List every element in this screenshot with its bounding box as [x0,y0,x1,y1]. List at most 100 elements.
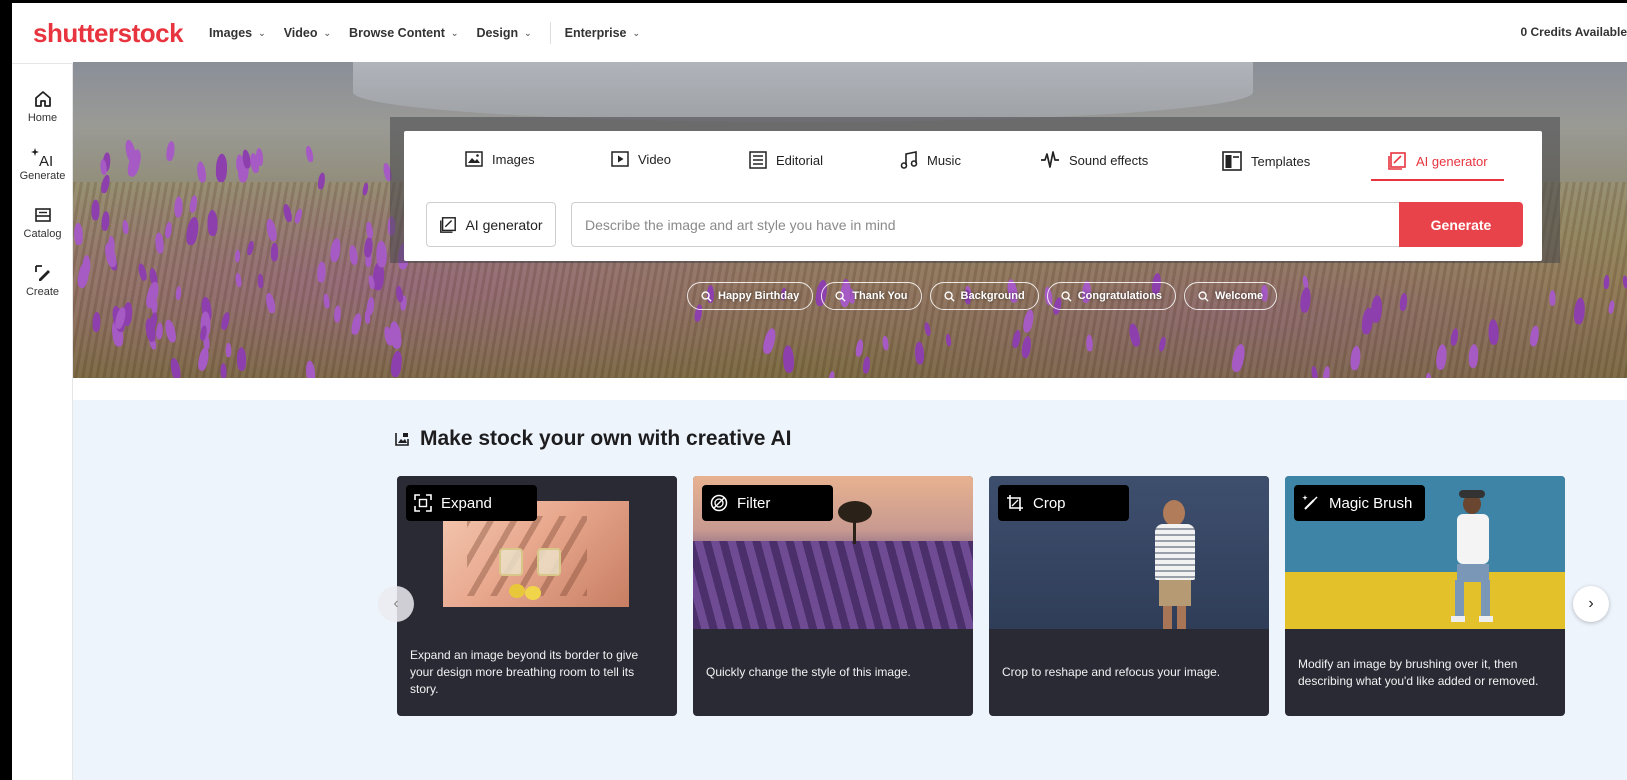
catalog-icon [33,202,53,228]
card-description: Crop to reshape and refocus your image. [1002,665,1221,679]
card-description: Modify an image by brushing over it, the… [1298,656,1539,688]
credits-available[interactable]: 0 Credits Available [1521,25,1627,39]
chevron-left-icon: ‹ [393,595,399,612]
tab-label: Sound effects [1069,152,1149,168]
tab-editorial[interactable]: Editorial [749,151,823,169]
shutterstock-logo[interactable]: shutterstock [33,18,184,49]
template-icon [1222,151,1242,171]
card-label: Filter [702,485,833,521]
image-icon [465,151,483,167]
suggestion-chip[interactable]: Thank You [821,282,922,310]
nav-enterprise[interactable]: Enterprise ⌄ [565,26,640,40]
waveform-icon [1041,151,1059,168]
nav-video[interactable]: Video ⌄ [284,26,331,40]
tab-label: AI generator [1416,153,1488,169]
section-spacer [73,378,1627,400]
search-icon [701,290,712,302]
card-label: Magic Brush [1294,485,1425,521]
carousel-next-button[interactable]: › [1573,586,1609,622]
chevron-down-icon: ⌄ [258,27,266,38]
generate-button[interactable]: Generate [1399,202,1523,247]
tab-sound-effects[interactable]: Sound effects [1040,151,1148,169]
flower-decoration [123,138,138,164]
chevron-down-icon: ⌄ [524,27,532,38]
section-title-text: Make stock your own with creative AI [420,427,792,450]
chip-label: Background [960,290,1025,302]
card-description: Expand an image beyond its border to giv… [410,648,639,696]
crop-icon [1007,495,1023,511]
suggestion-chip[interactable]: Congratulations [1046,282,1177,310]
tool-card-filter[interactable]: Filter Quickly change the style of this … [693,476,973,716]
magic-brush-icon [1302,495,1318,510]
flower-decoration [270,242,279,262]
top-navigation: shutterstock Images ⌄ Video ⌄ Browse Conte… [12,3,1627,64]
search-card: Images Video Editorial Music Sound effec… [404,131,1542,261]
sidebar-item-label: Generate [19,170,66,182]
tab-templates[interactable]: Templates [1222,151,1310,171]
tab-ai-generator[interactable]: AI generator [1371,151,1504,181]
expand-icon [414,494,432,512]
search-panel: Images Video Editorial Music Sound effec… [390,117,1560,263]
chip-label: Thank You [852,290,908,302]
filter-icon [710,494,728,512]
app-frame: shutterstock Images ⌄ Video ⌄ Browse Conte… [12,3,1627,780]
sidebar-item-create[interactable]: Create [12,260,73,298]
nav-images[interactable]: Images ⌄ [209,26,266,40]
nav-design[interactable]: Design ⌄ [476,26,531,40]
sidebar-item-home[interactable]: Home [12,86,73,124]
card-label-text: Crop [1033,494,1066,512]
flower-decoration [82,255,91,275]
hero-banner: Images Video Editorial Music Sound effec… [73,62,1627,378]
card-label: Expand [406,485,537,521]
card-description: Quickly change the style of this image. [706,665,911,679]
nav-label: Images [209,26,253,40]
search-icon [943,290,955,302]
search-icon [1198,290,1209,302]
suggestion-chips: Happy Birthday Thank You Background Cong… [687,282,1278,310]
nav-label: Browse Content [349,26,445,40]
nav-label: Design [476,26,519,40]
tool-card-magic-brush[interactable]: Magic Brush Modify an image by brushing … [1285,476,1565,716]
nav-browse-content[interactable]: Browse Content ⌄ [349,26,458,40]
carousel-prev-button[interactable]: ‹ [378,586,414,622]
left-sidebar: Home AI Generate Catalog Create [12,64,73,780]
nav-label: Enterprise [564,26,627,40]
search-icon [1061,290,1072,302]
flower-decoration [207,209,218,237]
flower-decoration [195,161,208,183]
sidebar-item-catalog[interactable]: Catalog [12,202,73,240]
suggestion-chip[interactable]: Happy Birthday [687,282,814,310]
search-icon [835,290,846,302]
video-icon [611,151,629,167]
chip-label: Happy Birthday [718,290,800,302]
tool-card-crop[interactable]: Crop Crop to reshape and refocus your im… [989,476,1269,716]
tab-label: Templates [1251,153,1311,169]
suggestion-chip[interactable]: Background [929,282,1039,310]
flower-decoration [1085,334,1094,352]
card-label-text: Filter [737,494,771,512]
nav-label: Video [283,26,318,40]
chip-label: Welcome [1215,290,1264,302]
chip-label: Congratulations [1077,290,1163,302]
tool-card-expand[interactable]: Expand Expand an image beyond its border… [397,476,677,716]
ai-generator-mode-button[interactable]: AI generator [426,202,556,247]
music-note-icon [900,151,918,169]
prompt-input[interactable] [571,202,1399,247]
flower-decoration [236,347,247,371]
flower-decoration [92,311,101,333]
flower-decoration [165,140,176,162]
svg-text:AI: AI [39,153,53,168]
tab-images[interactable]: Images [465,151,535,167]
flower-decoration [225,342,232,358]
sidebar-item-generate[interactable]: AI Generate [12,144,73,182]
card-label-text: Magic Brush [1329,494,1413,512]
tab-label: Video [638,151,672,167]
flower-decoration [91,199,100,221]
ai-generator-icon [440,216,457,233]
suggestion-chip[interactable]: Welcome [1184,282,1278,310]
tab-music[interactable]: Music [900,151,961,169]
tab-video[interactable]: Video [611,151,671,167]
flower-decoration [215,153,228,183]
chevron-right-icon: › [1588,595,1594,612]
sidebar-item-label: Create [25,286,60,298]
